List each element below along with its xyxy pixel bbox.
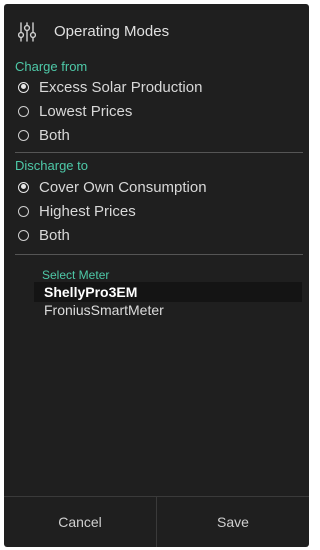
discharge-option-label: Cover Own Consumption	[39, 178, 207, 196]
discharge-option-label: Both	[39, 226, 70, 244]
discharge-option-label: Highest Prices	[39, 202, 136, 220]
charge-option-both[interactable]: Both	[18, 124, 70, 146]
discharge-option-highest-prices[interactable]: Highest Prices	[18, 200, 136, 222]
charge-option-label: Both	[39, 126, 70, 144]
section-divider	[15, 152, 303, 153]
radio-checked-icon[interactable]	[18, 181, 29, 193]
discharge-option-both[interactable]: Both	[18, 224, 70, 246]
radio-unchecked-icon[interactable]	[18, 229, 29, 241]
charge-from-label: Charge from	[15, 59, 88, 74]
dialog-footer: Cancel Save	[4, 496, 309, 547]
dialog-header: Operating Modes	[4, 4, 309, 60]
section-divider	[15, 254, 303, 255]
meter-item-shellypro3em[interactable]: ShellyPro3EM	[34, 282, 302, 302]
radio-unchecked-icon[interactable]	[18, 205, 29, 217]
cancel-button[interactable]: Cancel	[4, 497, 156, 547]
dialog-title: Operating Modes	[54, 23, 170, 40]
radio-unchecked-icon[interactable]	[18, 129, 29, 141]
radio-unchecked-icon[interactable]	[18, 105, 29, 117]
charge-option-label: Excess Solar Production	[39, 78, 203, 96]
discharge-option-own-consumption[interactable]: Cover Own Consumption	[18, 176, 207, 198]
discharge-to-label: Discharge to	[15, 158, 88, 173]
save-button[interactable]: Save	[157, 497, 309, 547]
sliders-icon	[17, 22, 37, 42]
meter-item-froniussmartmeter[interactable]: FroniusSmartMeter	[34, 300, 302, 320]
charge-option-excess-solar[interactable]: Excess Solar Production	[18, 76, 202, 98]
charge-option-lowest-prices[interactable]: Lowest Prices	[18, 100, 132, 122]
operating-modes-dialog: Operating Modes Charge from Excess Solar…	[4, 4, 309, 547]
radio-checked-icon[interactable]	[18, 81, 29, 93]
charge-option-label: Lowest Prices	[39, 102, 133, 120]
select-meter-label: Select Meter	[42, 268, 110, 282]
